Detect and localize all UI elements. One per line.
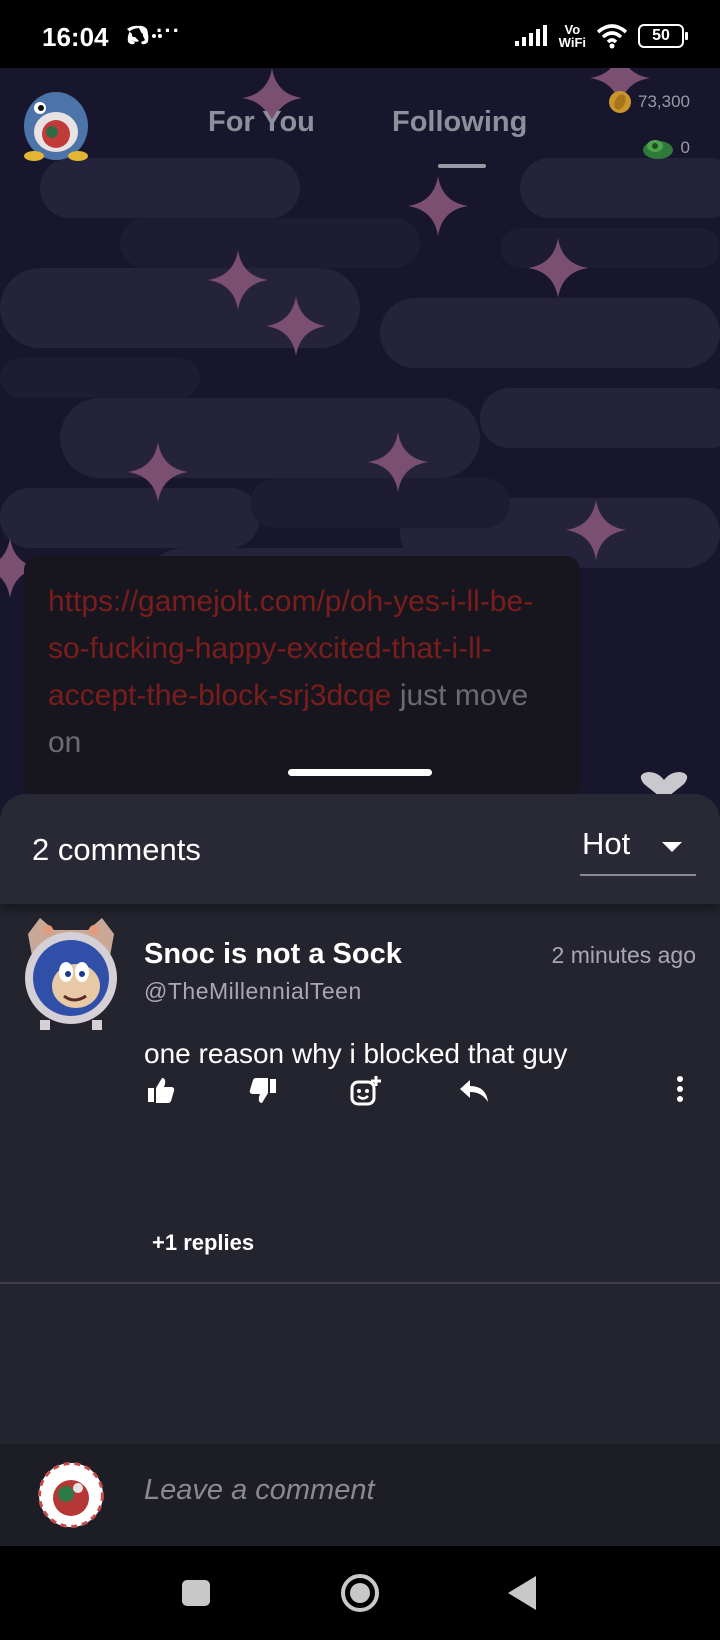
thumbs-down-icon[interactable]	[246, 1074, 280, 1108]
active-tab-indicator	[438, 164, 486, 168]
volte-bottom: WiFi	[558, 35, 586, 50]
comment-author-name[interactable]: Snoc is not a Sock	[144, 938, 402, 971]
sort-dropdown[interactable]: Hot	[580, 820, 696, 876]
avatar[interactable]	[18, 916, 124, 1030]
back-icon[interactable]	[484, 1546, 564, 1640]
current-user-avatar	[38, 1462, 104, 1528]
notification-overflow: ···	[156, 18, 181, 43]
battery-level: 50	[652, 27, 670, 44]
comments-sheet: 2 comments Hot Snoc is not a Sock 2 minu…	[0, 794, 720, 1546]
home-icon[interactable]	[320, 1546, 400, 1640]
comments-header: 2 comments Hot	[0, 794, 720, 904]
thumbs-up-icon[interactable]	[144, 1074, 178, 1108]
comment-count: 2 comments	[32, 832, 201, 867]
volte-indicator: Vo WiFi	[559, 23, 586, 49]
tab-for-you[interactable]: For You	[208, 106, 315, 139]
comment-author-handle[interactable]: @TheMillennialTeen	[144, 978, 362, 1005]
comment-timestamp: 2 minutes ago	[551, 942, 696, 968]
post-text: https://gamejolt.com/p/oh-yes-i-ll-be-so…	[48, 578, 568, 766]
battery-icon: 50	[638, 24, 688, 48]
recent-apps-icon[interactable]	[156, 1546, 236, 1640]
chevron-down-icon	[662, 842, 682, 852]
comment-input[interactable]: Leave a comment	[144, 1474, 375, 1507]
tab-following[interactable]: Following	[392, 106, 527, 139]
wifi-icon	[596, 24, 628, 49]
system-navigation-bar	[0, 1546, 720, 1640]
user-avatar-top[interactable]	[20, 86, 92, 162]
status-bar: 16:04 ··· Vo WiFi 50	[0, 0, 720, 68]
cash-icon	[642, 140, 673, 159]
cash-balance[interactable]: 0	[641, 134, 690, 162]
reply-icon[interactable]	[456, 1074, 490, 1108]
cash-amount: 0	[680, 138, 690, 157]
coin-amount: 73,300	[638, 92, 690, 111]
scroll-indicator	[288, 769, 432, 776]
signal-icon	[514, 25, 547, 46]
coin-balance[interactable]: 73,300	[608, 90, 690, 114]
view-replies-button[interactable]: +1 replies	[152, 1230, 254, 1256]
comment-divider	[0, 1282, 720, 1284]
comment-compose-bar[interactable]: Leave a comment	[0, 1444, 720, 1546]
status-time: 16:04	[42, 22, 109, 52]
comment-body: one reason why i blocked that guy	[144, 1038, 568, 1069]
add-reaction-icon[interactable]	[348, 1074, 382, 1108]
more-options-icon[interactable]	[663, 1074, 697, 1108]
sort-value: Hot	[582, 826, 631, 861]
coin-icon	[609, 91, 631, 113]
